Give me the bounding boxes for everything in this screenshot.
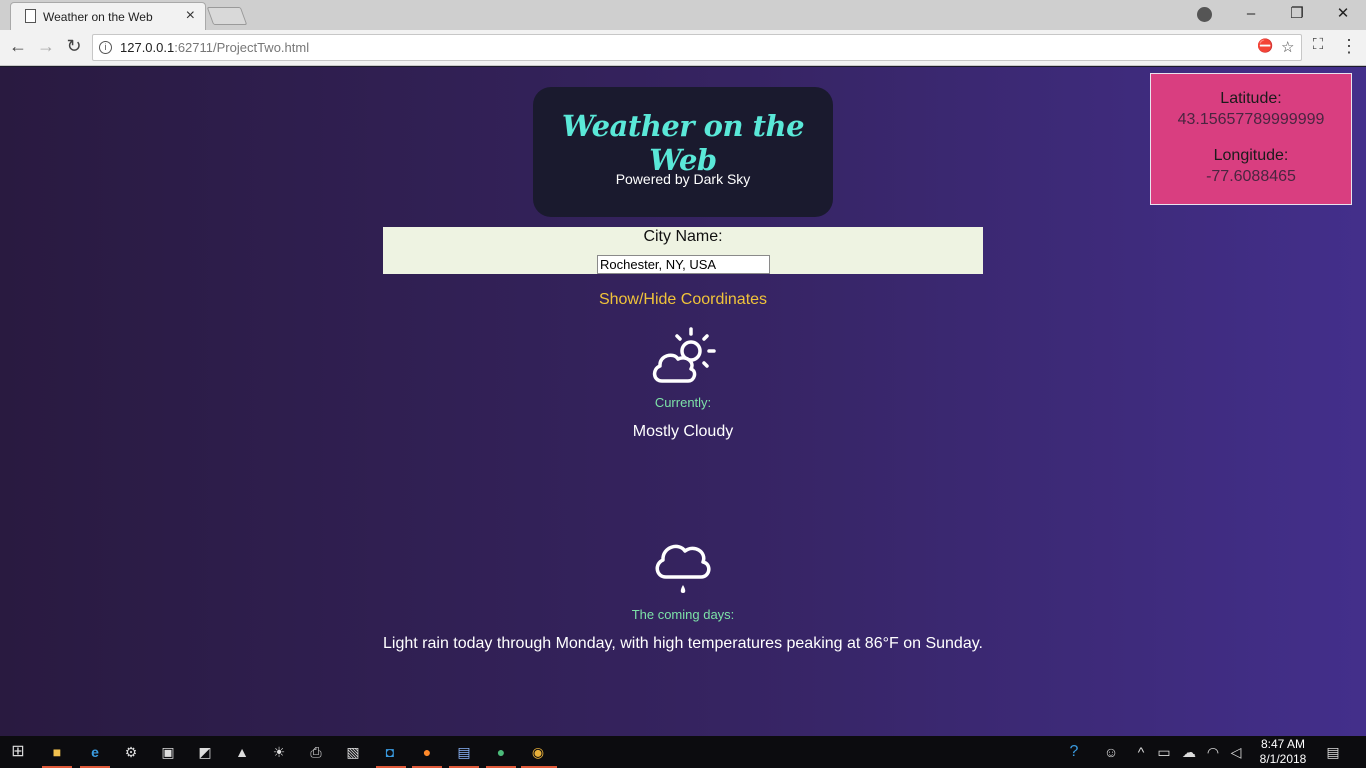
forward-icon[interactable]: → [34, 36, 58, 57]
header-card: Weather on the Web Powered by Dark Sky [533, 87, 833, 217]
browser-tab[interactable]: Weather on the Web × [10, 2, 206, 30]
latitude-value: 43.15657789999999 [1177, 111, 1325, 128]
scanner-icon[interactable]: ◩ [194, 741, 216, 763]
notepad-icon[interactable]: ▤ [453, 741, 475, 763]
people-icon[interactable]: ☺ [1100, 741, 1122, 763]
notifications-icon[interactable]: ▤ [1322, 741, 1344, 763]
clock-date: 8/1/2018 [1259, 752, 1307, 766]
tab-close-icon[interactable]: × [186, 7, 195, 25]
windows-start-icon[interactable]: ⊞ [7, 741, 29, 763]
latitude-label: Latitude: [1220, 90, 1282, 107]
app-green-icon[interactable]: ● [490, 741, 512, 763]
chrome-icon[interactable]: ◉ [527, 741, 549, 763]
clock-time: 8:47 AM [1260, 737, 1306, 751]
blocked-content-icon[interactable]: ⛔ [1257, 38, 1273, 54]
network-tool-icon[interactable]: ⚙ [120, 741, 142, 763]
chevron-up-icon[interactable]: ^ [1130, 741, 1152, 763]
drive-icon[interactable]: ▲ [231, 741, 253, 763]
bookmark-star-icon[interactable]: ☆ [1281, 38, 1294, 56]
tab-title: Weather on the Web [43, 10, 153, 24]
coordinates-panel: Latitude: 43.15657789999999 Longitude: -… [1150, 73, 1352, 205]
longitude-value: -77.6088465 [1206, 168, 1296, 185]
brightness-icon[interactable]: ☀ [268, 741, 290, 763]
onedrive-icon[interactable]: ☁ [1178, 741, 1200, 763]
help-icon[interactable]: ? [1063, 741, 1085, 763]
info-icon[interactable]: i [99, 41, 112, 54]
longitude-label: Longitude: [1213, 147, 1289, 164]
system-clock[interactable]: 8:47 AM 8/1/2018 [1254, 737, 1312, 767]
powered-by-text: Powered by Dark Sky [615, 171, 751, 187]
taskbar: ⊞ ■ e ⚙ ▣ ◩ ▲ ☀ ⎙ ▧ ◘ ● ▤ ● ◉ ? ☺ ^ ▭ ☁ … [0, 736, 1366, 768]
internet-explorer-icon[interactable]: e [84, 741, 106, 763]
reload-icon[interactable]: ↻ [62, 36, 86, 57]
new-tab-button[interactable] [206, 7, 248, 25]
browser-toolbar: ← → ↻ i 127.0.0.1:62711/ProjectTwo.html … [0, 30, 1366, 66]
volume-icon[interactable]: ◁ [1225, 741, 1247, 763]
page-content: Weather on the Web Powered by Dark Sky L… [0, 67, 1366, 736]
firefox-icon[interactable]: ● [416, 741, 438, 763]
cast-icon[interactable]: ⛶ [1306, 36, 1330, 53]
city-form: City Name: [383, 227, 983, 274]
city-label: City Name: [643, 228, 723, 245]
document-icon [25, 9, 36, 23]
file-explorer-icon[interactable]: ■ [46, 741, 68, 763]
toggle-coordinates-link[interactable]: Show/Hide Coordinates [0, 291, 1366, 309]
current-summary: Mostly Cloudy [632, 423, 734, 440]
url-text[interactable]: 127.0.0.1:62711/ProjectTwo.html [120, 40, 309, 55]
page-title: Weather on the Web [561, 109, 805, 177]
battery-icon[interactable]: ▭ [1153, 741, 1175, 763]
browser-tabbar: Weather on the Web × – ❐ ✕ [0, 0, 1366, 30]
city-input[interactable] [597, 255, 770, 274]
rain-icon [655, 544, 711, 593]
forecast-label: The coming days: [631, 607, 735, 622]
browser-menu-icon[interactable]: ⋮ [1340, 36, 1358, 57]
close-window-button[interactable]: ✕ [1320, 0, 1366, 30]
wifi-icon[interactable]: ◠ [1202, 741, 1224, 763]
back-icon[interactable]: ← [6, 36, 30, 57]
partly-cloudy-day-icon [652, 327, 716, 383]
minimize-button[interactable]: – [1228, 0, 1274, 30]
photos-icon[interactable]: ▧ [342, 741, 364, 763]
snipping-tool-icon[interactable]: ▣ [157, 741, 179, 763]
account-icon[interactable] [1197, 7, 1212, 22]
restore-button[interactable]: ❐ [1274, 0, 1320, 30]
current-label: Currently: [654, 395, 712, 410]
app-icon[interactable]: ◘ [379, 741, 401, 763]
printer-icon[interactable]: ⎙ [305, 741, 327, 763]
forecast-summary: Light rain today through Monday, with hi… [383, 635, 983, 652]
address-bar[interactable]: i 127.0.0.1:62711/ProjectTwo.html ⛔ ☆ [92, 34, 1302, 61]
